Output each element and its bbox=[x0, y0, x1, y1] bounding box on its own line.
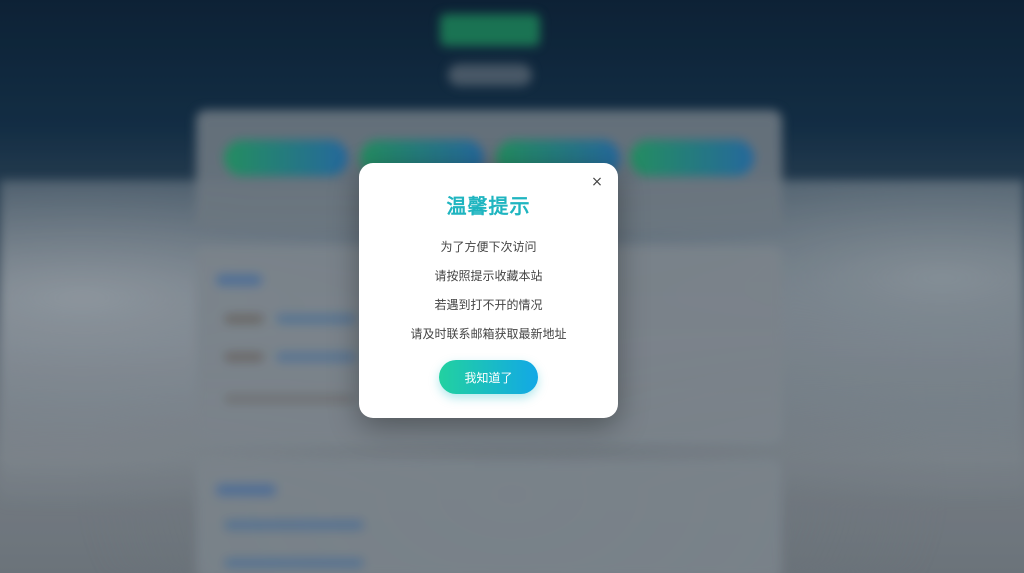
dialog-line: 请及时联系邮箱获取最新地址 bbox=[410, 327, 567, 341]
dialog-line: 为了方便下次访问 bbox=[440, 240, 537, 254]
dialog-message: 为了方便下次访问 请按照提示收藏本站 若遇到打不开的情况 请及时联系邮箱获取最新… bbox=[359, 233, 618, 349]
close-icon[interactable]: × bbox=[588, 173, 606, 191]
notice-dialog: × 温馨提示 为了方便下次访问 请按照提示收藏本站 若遇到打不开的情况 请及时联… bbox=[359, 163, 618, 418]
dialog-line: 请按照提示收藏本站 bbox=[434, 269, 543, 283]
dialog-title: 温馨提示 bbox=[446, 194, 531, 218]
dialog-line: 若遇到打不开的情况 bbox=[434, 298, 543, 312]
confirm-button[interactable]: 我知道了 bbox=[439, 360, 538, 394]
